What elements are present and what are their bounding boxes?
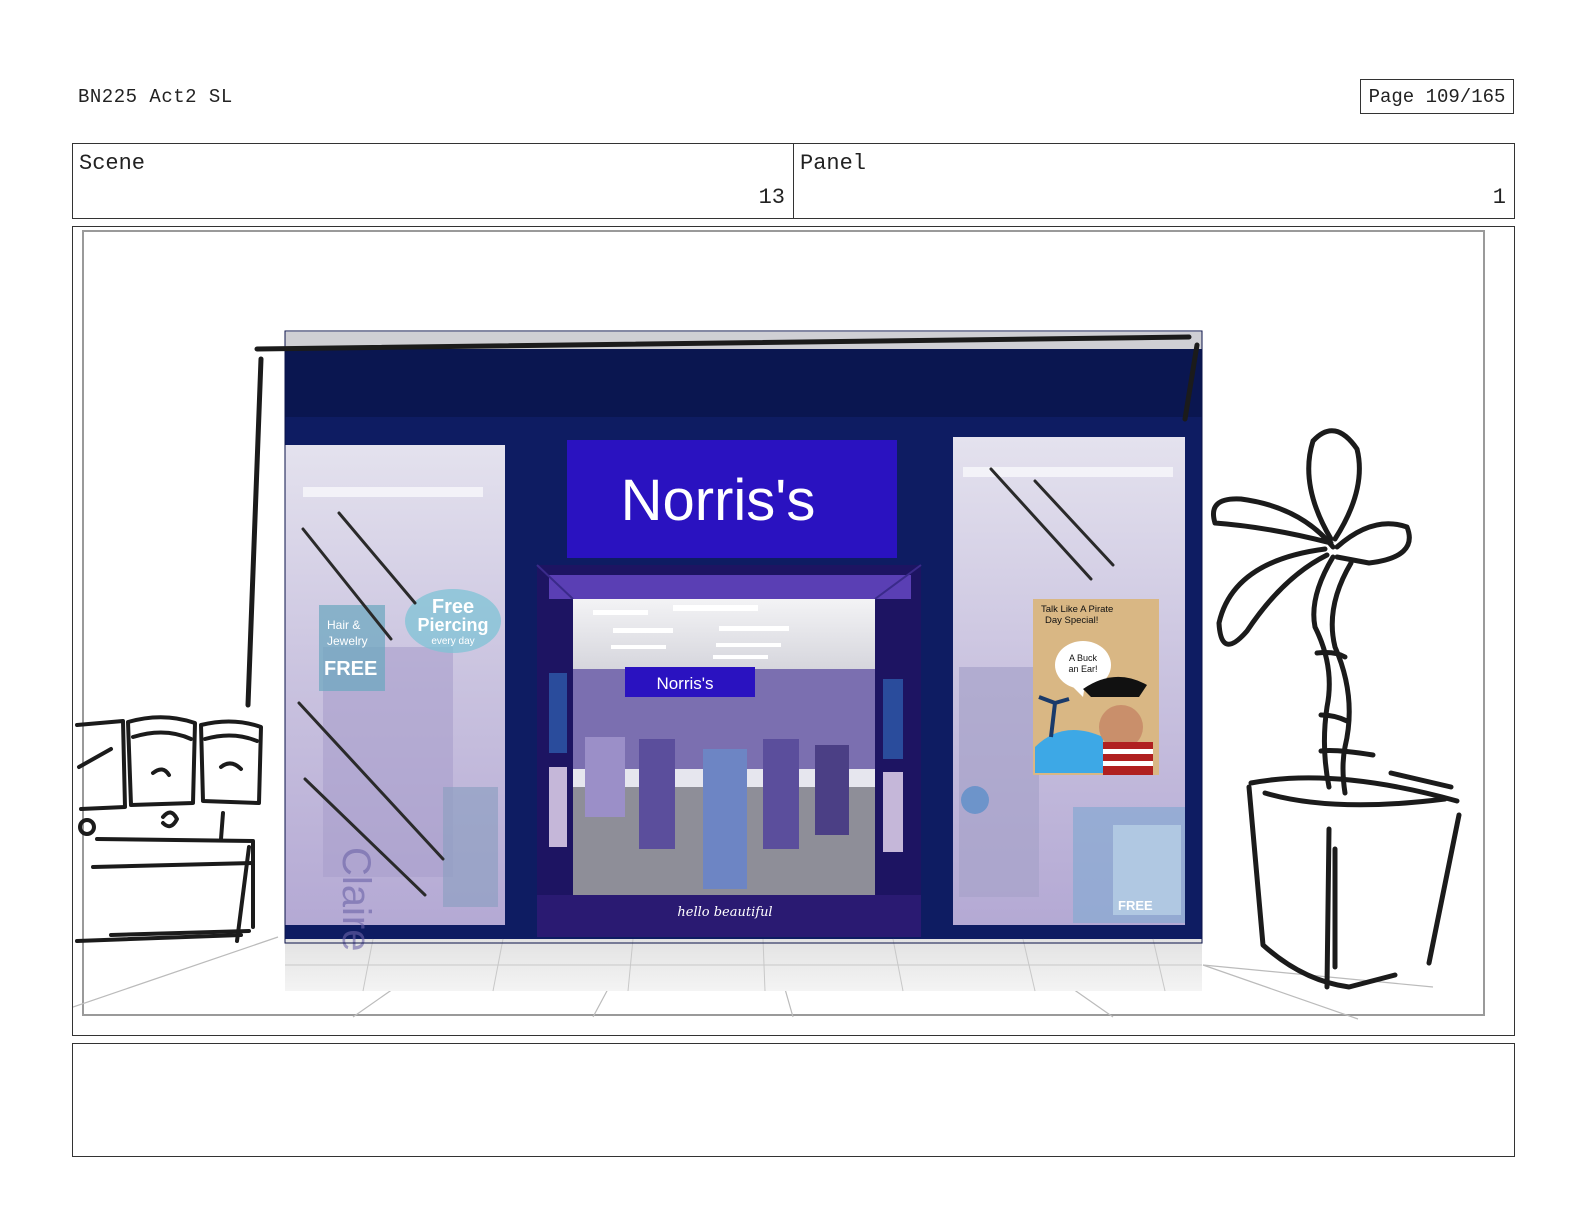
scene-cell: Scene 13: [73, 144, 793, 218]
entrance-mat-text: hello beautiful: [677, 905, 772, 920]
page-counter: Page 109/165: [1360, 79, 1514, 114]
panel-artwork: Claire Hair & Jewelry FREE Free Piercing…: [73, 230, 1485, 1020]
scene-panel-info: Scene 13 Panel 1: [72, 143, 1515, 219]
panel-cell: Panel 1: [793, 144, 1514, 218]
inner-sign-text: Norris's: [656, 674, 713, 693]
bubble-line1: A Buck: [1069, 653, 1098, 663]
left-display-window: Claire Hair & Jewelry FREE Free Piercing…: [285, 445, 505, 951]
hair-card-line2: Jewelry: [327, 634, 368, 648]
right-display-window: FREE Talk Like A Pirate Day Special! A B…: [953, 437, 1185, 925]
right-window-badge: FREE: [1118, 898, 1153, 913]
panel-notes-box: [72, 1043, 1515, 1157]
svg-text:Claire: Claire: [334, 847, 378, 951]
store-entrance: Norris's hello beautiful: [536, 564, 922, 937]
panel-number: 1: [1492, 185, 1506, 210]
center-fixture: [703, 749, 747, 889]
promo-line3: every day: [431, 636, 474, 647]
panel-label: Panel: [800, 151, 867, 176]
promo-line2: Piercing: [417, 615, 488, 635]
hair-card-line1: Hair &: [327, 618, 360, 632]
document-title: BN225 Act2 SL: [78, 86, 233, 108]
storyboard-panel: Claire Hair & Jewelry FREE Free Piercing…: [72, 226, 1515, 1036]
hair-card-line3: FREE: [324, 658, 377, 680]
sketch-left-wall: [245, 356, 264, 708]
sketch-jars-display: [75, 715, 263, 943]
scene-number: 13: [758, 185, 785, 210]
facade-top: [285, 349, 1202, 419]
scene-label: Scene: [79, 151, 146, 176]
store-sign-text: Norris's: [621, 468, 816, 533]
storefront-image: Claire Hair & Jewelry FREE Free Piercing…: [284, 330, 1203, 992]
bubble-line2: an Ear!: [1068, 664, 1097, 674]
pirate-day-poster: Talk Like A Pirate Day Special! A Buck a…: [1033, 599, 1159, 775]
poster-line1: Talk Like A Pirate: [1041, 604, 1113, 615]
sketch-potted-plant: [1211, 428, 1462, 990]
poster-line2: Day Special!: [1045, 615, 1098, 626]
